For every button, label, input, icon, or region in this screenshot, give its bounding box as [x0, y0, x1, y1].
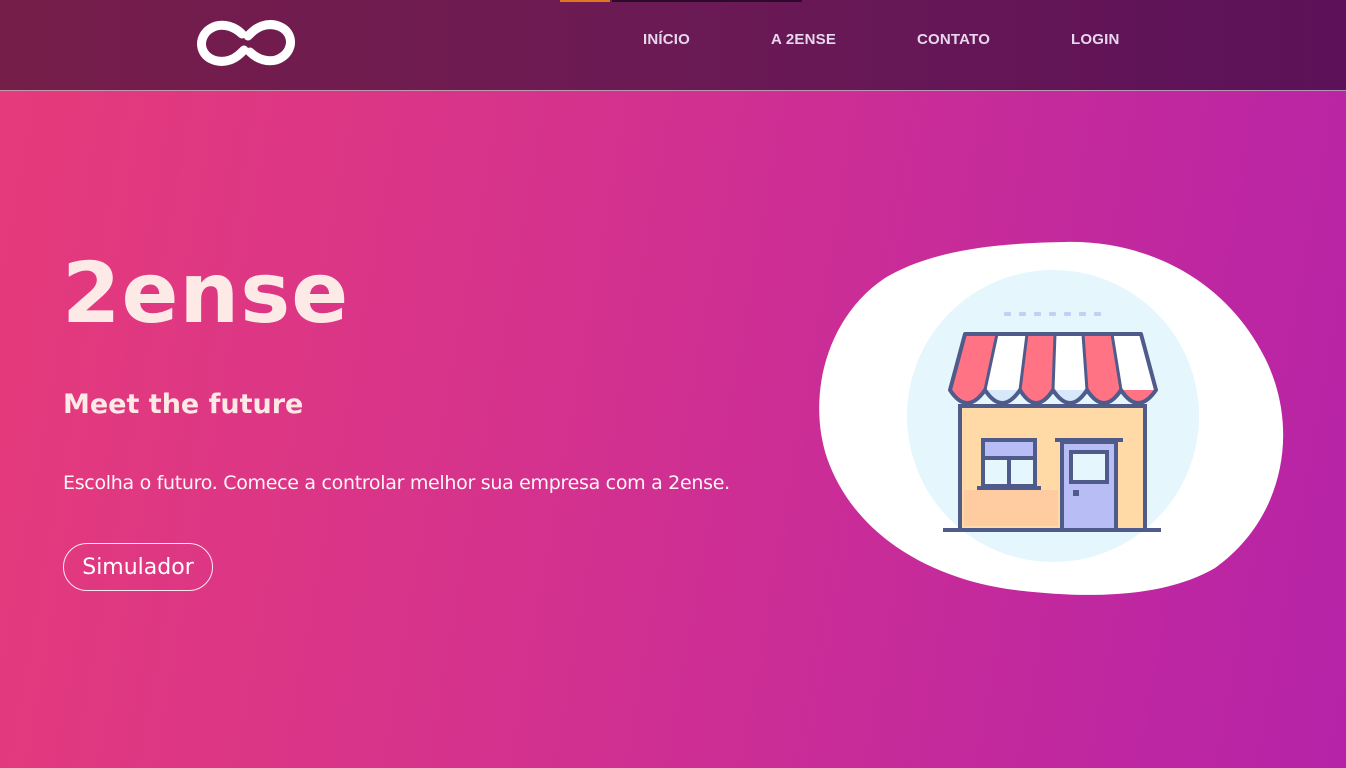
nav-link-contato[interactable]: CONTATO — [917, 31, 990, 48]
nav-link-inicio[interactable]: INÍCIO — [643, 31, 690, 48]
top-accent-bar — [612, 0, 802, 2]
navbar: INÍCIO A 2ENSE CONTATO LOGIN — [0, 0, 1346, 91]
nav-link-a-2ense[interactable]: A 2ENSE — [771, 31, 836, 48]
hero-tagline: Meet the future — [63, 389, 304, 420]
landing-page: INÍCIO A 2ENSE CONTATO LOGIN 2ense Meet … — [0, 0, 1346, 768]
nav-link-login[interactable]: LOGIN — [1071, 31, 1120, 48]
brand-title: 2ense — [62, 244, 350, 342]
hero-description: Escolha o futuro. Comece a controlar mel… — [63, 472, 730, 494]
top-accent-bar — [560, 0, 610, 2]
simulator-button[interactable]: Simulador — [63, 543, 213, 591]
storefront-icon — [815, 238, 1290, 596]
infinity-logo-icon[interactable] — [194, 18, 298, 68]
